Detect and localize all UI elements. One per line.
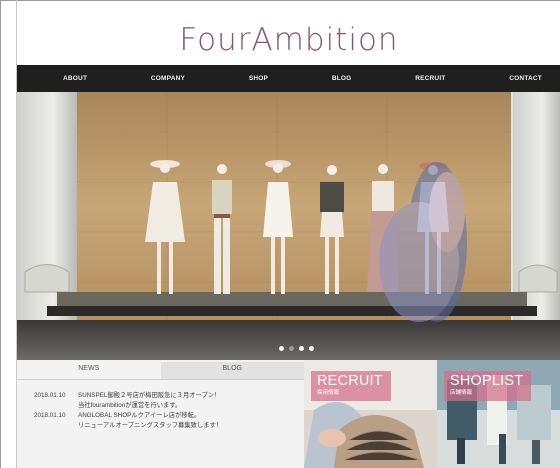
- news-item[interactable]: 2018.01.10 SUNSPEL御殿２号店が梅田阪急に３月オープン！: [34, 391, 294, 401]
- news-text: 当社fourambitionが運営を行います。: [78, 402, 182, 409]
- shoplist-card[interactable]: SHOPLIST 店舗情報: [437, 360, 560, 468]
- news-date: [34, 401, 78, 411]
- page: FourAmbition ABOUT COMPANY SHOP BLOG REC…: [16, 0, 560, 468]
- shoplist-title: SHOPLIST: [450, 373, 524, 389]
- site-logo[interactable]: FourAmbition: [17, 22, 560, 58]
- news-item[interactable]: 2018.01.10 ANGLOBAL SHOPルクアイーレ店が移転。: [34, 411, 294, 421]
- shoplist-subtitle: 店舗情報: [450, 390, 473, 396]
- news-item-continued: リニューアルオープニングスタッフ募集致します！: [34, 421, 294, 431]
- nav-recruit[interactable]: RECRUIT: [415, 75, 445, 82]
- news-item-continued: 当社fourambitionが運営を行います。: [34, 401, 294, 411]
- recruit-card[interactable]: RECRUIT 採用情報: [304, 360, 437, 468]
- nav-contact[interactable]: CONTACT: [509, 75, 542, 82]
- lower-section: NEWS BLOG 2018.01.10 SUNSPEL御殿２号店が梅田阪急に３…: [17, 360, 560, 468]
- nav-shop[interactable]: SHOP: [249, 75, 268, 82]
- news-text: リニューアルオープニングスタッフ募集致します！: [78, 422, 223, 429]
- news-text: SUNSPEL御殿２号店が梅田阪急に３月オープン！: [78, 392, 221, 399]
- recruit-badge: RECRUIT 採用情報: [311, 371, 391, 401]
- news-list: 2018.01.10 SUNSPEL御殿２号店が梅田阪急に３月オープン！ 当社f…: [34, 391, 294, 431]
- news-text: ANGLOBAL SHOPルクアイーレ店が移転。: [78, 412, 201, 419]
- shoplist-badge: SHOPLIST 店舗情報: [444, 371, 532, 401]
- news-date: 2018.01.10: [34, 392, 66, 399]
- nav-about[interactable]: ABOUT: [63, 75, 87, 82]
- tab-news[interactable]: NEWS: [17, 362, 161, 380]
- recruit-subtitle: 採用情報: [317, 390, 340, 396]
- slider-dots: [279, 346, 314, 351]
- recruit-title: RECRUIT: [317, 373, 383, 389]
- slider-dot-1[interactable]: [279, 346, 284, 351]
- slider-dot-4[interactable]: [309, 346, 314, 351]
- nav-blog[interactable]: BLOG: [332, 75, 352, 82]
- slider-dot-2[interactable]: [289, 346, 294, 351]
- news-date: 2018.01.10: [34, 412, 66, 419]
- main-nav: ABOUT COMPANY SHOP BLOG RECRUIT CONTACT: [17, 65, 560, 92]
- nav-company[interactable]: COMPANY: [151, 75, 185, 82]
- news-blog-tabs: NEWS BLOG: [17, 362, 304, 380]
- tab-blog[interactable]: BLOG: [160, 362, 304, 380]
- slider-dot-3[interactable]: [299, 346, 304, 351]
- news-date: [34, 421, 78, 431]
- hero-image: [17, 92, 560, 360]
- hero-slider[interactable]: [17, 92, 560, 360]
